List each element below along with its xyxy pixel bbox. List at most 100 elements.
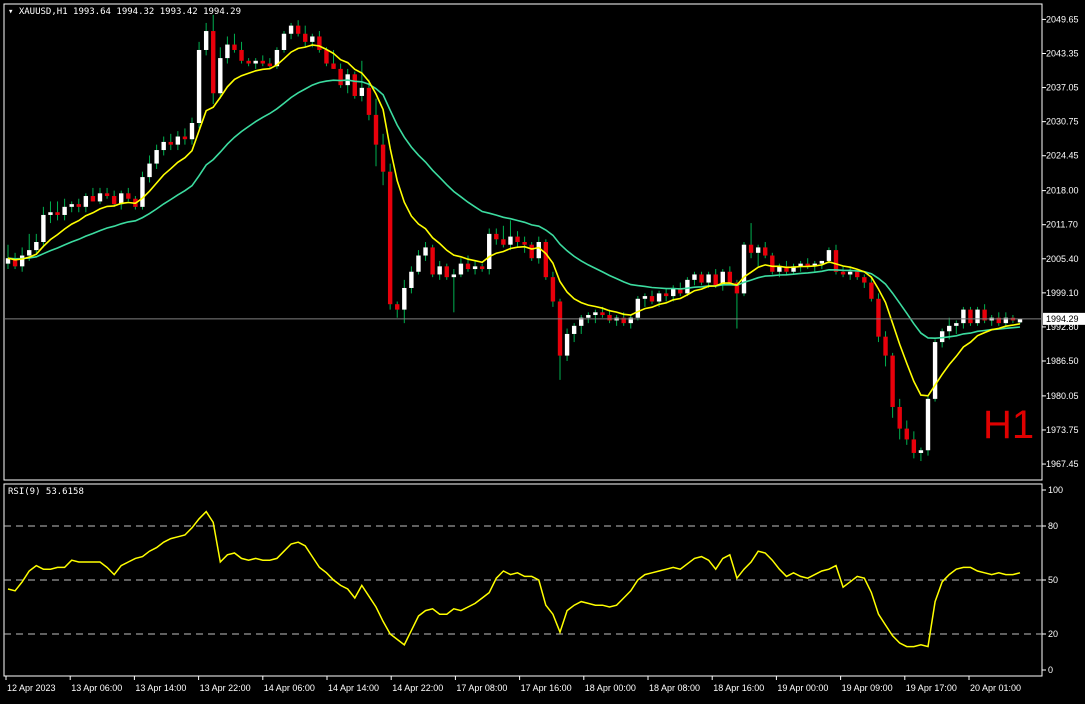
candle-body: [324, 49, 329, 64]
price-tick-label: 2005.40: [1046, 254, 1079, 264]
candle-body: [564, 333, 570, 356]
candle-body: [543, 242, 549, 278]
candle-body: [869, 282, 874, 299]
candle-body: [840, 271, 846, 275]
time-tick-label: 19 Apr 09:00: [842, 683, 893, 693]
candle-body: [41, 214, 46, 242]
candle-body: [770, 255, 775, 272]
chart-canvas[interactable]: 2049.65 2043.35 2037.05 2030.75 2024.45 2018.…: [0, 0, 1085, 700]
candle-body: [741, 244, 747, 294]
candle-body: [685, 279, 690, 294]
rsi-tick-label: 50: [1048, 575, 1058, 585]
candle-body: [182, 136, 188, 140]
price-tick-label: 2024.45: [1046, 151, 1079, 161]
candle-body: [855, 271, 860, 278]
candle-body: [267, 63, 273, 67]
candle-body: [763, 247, 768, 256]
candle-body: [713, 274, 718, 286]
rsi-tick-label: 80: [1048, 521, 1058, 531]
candle-body: [975, 309, 980, 324]
candle-body: [904, 428, 909, 440]
candle-body: [232, 44, 237, 50]
time-tick-label: 14 Apr 14:00: [328, 683, 379, 693]
price-tick-label: 2049.65: [1046, 14, 1079, 24]
candle-body: [515, 236, 520, 242]
candle-body: [211, 31, 216, 94]
dropdown-arrow-icon[interactable]: ▾: [8, 7, 13, 17]
candle-body: [140, 177, 145, 207]
candle-body: [203, 31, 209, 50]
candle-body: [225, 44, 230, 59]
candle-body: [380, 144, 386, 172]
candle-body: [883, 336, 888, 356]
candle-body: [1017, 318, 1023, 323]
candle-body: [246, 60, 251, 64]
candle-body: [932, 342, 938, 399]
candle-body: [111, 196, 117, 205]
candle-body: [479, 266, 485, 270]
candle-body: [196, 49, 202, 123]
candle-body: [34, 242, 39, 251]
candle-body: [317, 36, 322, 50]
rsi-tick-label: 100: [1048, 485, 1063, 495]
time-tick-label: 18 Apr 00:00: [585, 683, 636, 693]
candle-body: [402, 287, 407, 310]
time-tick-label: 18 Apr 16:00: [713, 683, 764, 693]
time-tick-label: 18 Apr 08:00: [649, 683, 700, 693]
candle-body: [557, 301, 563, 356]
candle-body: [76, 204, 81, 207]
candle-body: [19, 255, 25, 267]
candle-body: [281, 33, 287, 50]
candle-body: [437, 266, 442, 275]
candle-body: [260, 60, 265, 64]
price-tick-label: 2030.75: [1046, 117, 1079, 127]
rsi-tick-label: 0: [1048, 665, 1053, 675]
candle-body: [48, 212, 53, 215]
candle-body: [472, 266, 478, 270]
timeframe-watermark: H1: [983, 403, 1035, 447]
current-price-label: 1994.29: [1046, 314, 1079, 324]
candle-body: [310, 36, 315, 42]
time-tick-label: 13 Apr 06:00: [71, 683, 122, 693]
candle-body: [90, 196, 96, 202]
price-tick-label: 1986.50: [1046, 356, 1079, 366]
candle-body: [522, 242, 527, 245]
candle-body: [189, 123, 195, 140]
time-tick-label: 14 Apr 22:00: [392, 683, 443, 693]
candle-body: [819, 260, 825, 264]
time-tick-label: 14 Apr 06:00: [264, 683, 315, 693]
candle-body: [69, 204, 74, 207]
candle-body: [239, 49, 244, 61]
candle-body: [168, 141, 173, 145]
slow-ma-line: [7, 79, 1021, 340]
candle-body: [303, 33, 308, 42]
candle-body: [862, 277, 867, 283]
candle-body: [27, 250, 32, 256]
candle-body: [692, 274, 697, 280]
candle-body: [288, 25, 294, 34]
chart-window[interactable]: 2049.65 2043.35 2037.05 2030.75 2024.45 2018.…: [0, 0, 1085, 700]
candle-body: [586, 315, 591, 318]
candle-body: [338, 68, 343, 86]
candle-body: [373, 114, 379, 145]
candle-body: [536, 242, 541, 259]
candle-body: [706, 274, 711, 283]
candle-body: [458, 263, 464, 275]
candle-body: [359, 87, 365, 96]
time-tick-label: 12 Apr 2023: [7, 683, 56, 693]
candle-body: [897, 406, 902, 429]
candle-body: [699, 274, 704, 283]
candle-body: [409, 271, 414, 288]
candle-body: [642, 296, 648, 299]
time-tick-label: 17 Apr 08:00: [456, 683, 507, 693]
ohlc-label: 1993.64 1994.32 1993.42 1994.29: [73, 7, 242, 17]
candle-body: [352, 74, 357, 96]
candle-body: [126, 193, 131, 199]
candle-body: [571, 325, 577, 334]
candle-body: [416, 255, 421, 272]
candle-body: [430, 247, 435, 275]
candle-body: [423, 247, 428, 256]
rsi-tick-label: 20: [1048, 629, 1058, 639]
candle-body: [331, 63, 336, 69]
price-tick-label: 2037.05: [1046, 83, 1079, 93]
